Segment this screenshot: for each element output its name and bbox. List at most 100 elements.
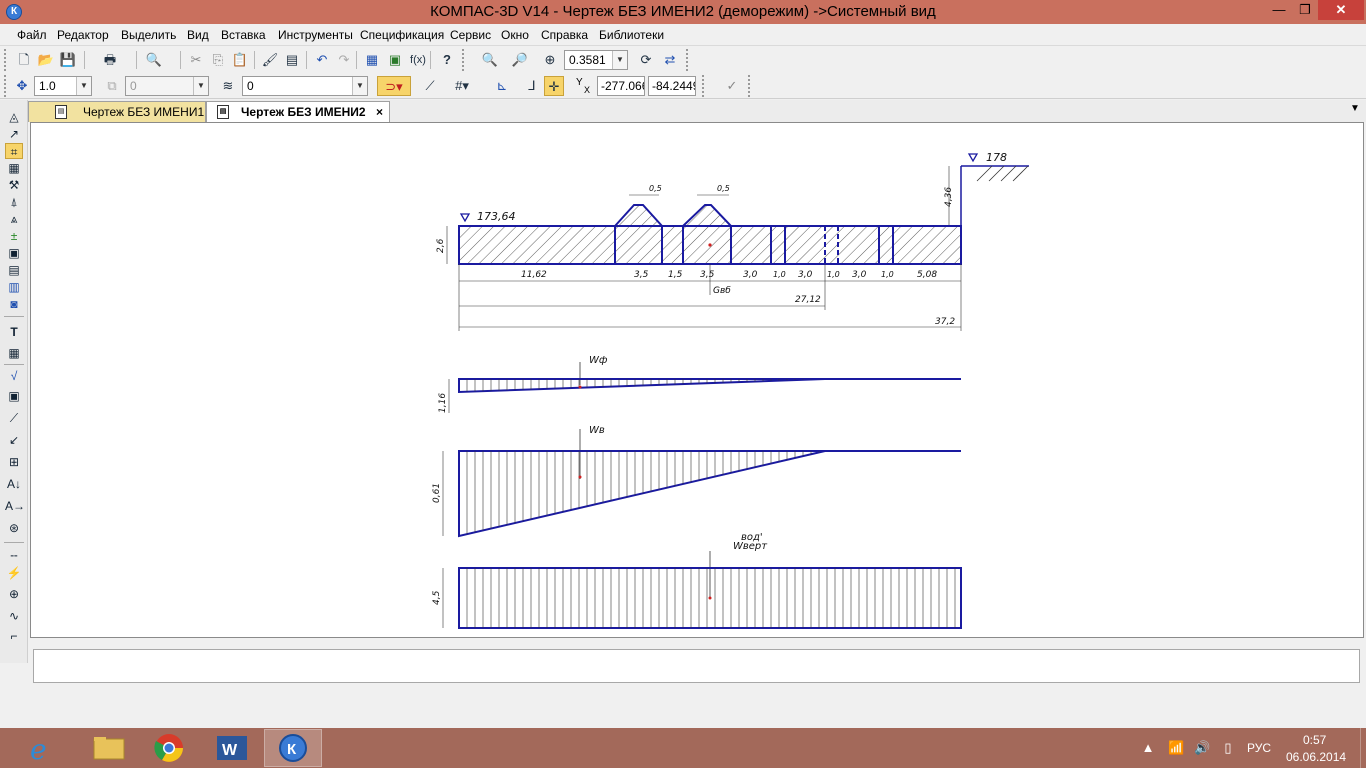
axis-line-icon[interactable]: ╌	[5, 548, 23, 564]
chevron-down-icon[interactable]: ▼	[612, 51, 627, 69]
chevron-down-icon[interactable]: ▼	[193, 77, 208, 95]
show-desktop-button[interactable]	[1360, 728, 1366, 768]
tab-drawing-1[interactable]: ▤ Чертеж БЕЗ ИМЕНИ1	[28, 101, 206, 122]
manager-icon[interactable]: ▦	[362, 50, 382, 70]
cursor-step-icon[interactable]: ✥	[12, 76, 32, 96]
tab-drawing-2[interactable]: ▤ Чертеж БЕЗ ИМЕНИ2 ×	[206, 101, 390, 122]
menu-help[interactable]: Справка	[541, 28, 588, 42]
menu-editor[interactable]: Редактор	[57, 28, 109, 42]
menu-file[interactable]: Файл	[17, 28, 47, 42]
menu-libraries[interactable]: Библиотеки	[599, 28, 664, 42]
menu-select[interactable]: Выделить	[121, 28, 176, 42]
libraries-icon[interactable]: ▣	[385, 50, 405, 70]
round-coords-icon[interactable]: ✛	[544, 76, 564, 96]
cut-icon[interactable]: ✂	[186, 50, 206, 70]
menu-tools[interactable]: Инструменты	[278, 28, 353, 42]
language-indicator[interactable]: РУС	[1247, 741, 1271, 755]
style-layers-icon[interactable]: ≋	[218, 76, 238, 96]
context-help-icon[interactable]: ?	[437, 50, 457, 70]
center-mark-icon[interactable]: ⊛	[5, 520, 23, 536]
word-icon[interactable]: W	[203, 729, 261, 767]
zoom-combo[interactable]: 0.3581 ▼	[564, 50, 628, 70]
table-icon[interactable]: ▦	[5, 345, 23, 361]
zoom-window-icon[interactable]: 🔍	[480, 50, 500, 70]
insert-icon[interactable]: ▥	[5, 279, 23, 295]
wavy-line-icon[interactable]: ⚡	[5, 565, 23, 581]
snap-magnet-icon[interactable]: ⊃▾	[377, 76, 411, 96]
show-hidden-icons-icon[interactable]: ▲	[1140, 740, 1156, 756]
zoom-dynamic-icon[interactable]: 🔎	[510, 50, 530, 70]
toolbar-grip[interactable]	[748, 75, 754, 97]
leader-line-icon[interactable]: ⌐	[5, 628, 23, 644]
properties-icon[interactable]: ▤	[282, 50, 302, 70]
refresh-icon[interactable]: ⟳	[636, 50, 656, 70]
cut-line-icon[interactable]: A→	[5, 498, 25, 514]
toolbar-grip[interactable]	[4, 75, 10, 97]
centerline-icon[interactable]: ⊕	[5, 586, 23, 602]
toolbar-grip[interactable]	[702, 75, 708, 97]
volume-icon[interactable]: 🔊	[1194, 740, 1210, 756]
variables-fx-icon[interactable]: f(x)	[408, 50, 428, 70]
menu-view[interactable]: Вид	[187, 28, 209, 42]
save-icon[interactable]: 💾	[58, 50, 78, 70]
print-icon[interactable]: 🖶	[100, 50, 120, 70]
menu-specification[interactable]: Спецификация	[360, 28, 444, 42]
break-line-icon[interactable]: ∿	[5, 608, 23, 624]
redraw-icon[interactable]: ⇄	[660, 50, 680, 70]
print-preview-icon[interactable]: 🔍	[144, 50, 164, 70]
maximize-button[interactable]: ❐	[1292, 0, 1318, 20]
chevron-down-icon[interactable]: ▼	[76, 77, 91, 95]
menu-service[interactable]: Сервис	[450, 28, 491, 42]
coord-y-field[interactable]: -84.2449	[648, 76, 696, 96]
tab-close-icon[interactable]: ×	[376, 102, 383, 122]
measure-icon[interactable]: ⍋	[5, 194, 23, 210]
macro-icon[interactable]: ◙	[5, 296, 23, 312]
position-mark-icon[interactable]: ↙	[5, 432, 23, 448]
format-painter-icon[interactable]: 🖌	[260, 50, 280, 70]
new-document-icon[interactable]: 🗋	[14, 50, 34, 70]
file-explorer-icon[interactable]	[80, 729, 138, 767]
clock-time[interactable]: 0:57	[1303, 733, 1326, 747]
tolerance-icon[interactable]: ⊞	[5, 454, 23, 470]
apply-check-icon[interactable]: ✓	[722, 76, 742, 96]
tabs-dropdown-icon[interactable]: ▼	[1348, 103, 1362, 117]
minimize-button[interactable]: —	[1266, 0, 1292, 20]
selection-icon[interactable]: ⩓	[5, 211, 23, 227]
local-cs-icon[interactable]: ⊾	[492, 76, 512, 96]
toolbar-grip[interactable]	[4, 49, 10, 71]
ortho-icon[interactable]: ⟋	[420, 76, 440, 96]
ortho-mode-icon[interactable]: ⅃	[522, 76, 542, 96]
layer-combo[interactable]: 0 ▼	[125, 76, 209, 96]
paste-icon[interactable]: 📋	[230, 50, 250, 70]
battery-icon[interactable]: ▯	[1220, 740, 1236, 756]
geometry-icon[interactable]: ◬	[5, 109, 23, 125]
step-combo[interactable]: 1.0 ▼	[34, 76, 92, 96]
parametrization-icon[interactable]: ⚒	[5, 177, 23, 193]
text-icon[interactable]: T	[5, 324, 23, 340]
view-arrow-icon[interactable]: A↓	[5, 476, 23, 492]
edit-icon[interactable]: ▦	[5, 160, 23, 176]
kompas-taskbar-icon[interactable]: К	[264, 729, 322, 767]
toolbar-grip[interactable]	[686, 49, 692, 71]
datum-icon[interactable]: ▣	[5, 388, 23, 404]
internet-explorer-icon[interactable]: e	[16, 729, 74, 767]
network-icon[interactable]: 📶	[1168, 740, 1184, 756]
coord-x-field[interactable]: -277.066	[597, 76, 645, 96]
roughness-icon[interactable]: √	[5, 368, 23, 384]
reports-icon[interactable]: ▤	[5, 262, 23, 278]
prompt-line[interactable]	[33, 649, 1360, 683]
dimensions-icon[interactable]: ↗	[5, 126, 23, 142]
chrome-icon[interactable]	[140, 729, 198, 767]
grid-icon[interactable]: #▾	[452, 76, 472, 96]
symbols-icon[interactable]: ⌗	[5, 143, 23, 159]
toolbar-grip[interactable]	[462, 49, 468, 71]
clock-date[interactable]: 06.06.2014	[1286, 750, 1346, 764]
close-button[interactable]: ✕	[1318, 0, 1364, 20]
style-combo[interactable]: 0 ▼	[242, 76, 368, 96]
layer-icon[interactable]: ⧉	[102, 76, 122, 96]
undo-icon[interactable]: ↶	[312, 50, 332, 70]
drawing-canvas[interactable]: 173,64 178 4,36 0,5 0,5 2,6 11,62 3,5 1,…	[30, 122, 1364, 638]
copy-icon[interactable]: ⎘	[208, 50, 228, 70]
zoom-scale-icon[interactable]: ⊕	[540, 50, 560, 70]
open-folder-icon[interactable]: 📂	[36, 50, 56, 70]
